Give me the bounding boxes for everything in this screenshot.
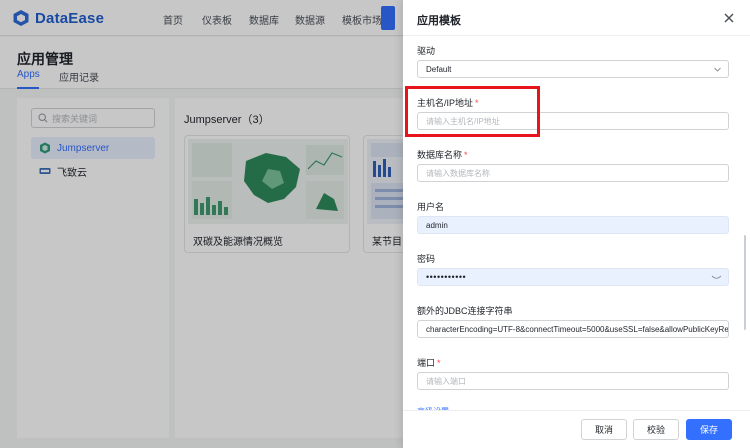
username-input[interactable]: admin	[417, 216, 729, 234]
chevron-down-icon	[714, 67, 721, 72]
drawer-title: 应用模板	[417, 15, 461, 27]
driver-select-value: Default	[426, 64, 452, 74]
password-label: 密码	[417, 254, 436, 264]
host-label: 主机名/IP地址 *	[417, 98, 479, 108]
app-template-drawer: 应用模板 驱动 Default 主机名/IP地址 * 请输入主机名/IP地址 数据…	[403, 0, 750, 448]
required-asterisk: *	[464, 150, 468, 160]
jdbc-params-input[interactable]: characterEncoding=UTF-8&connectTimeout=5…	[417, 320, 729, 338]
username-label: 用户名	[417, 202, 445, 212]
host-input-placeholder: 请输入主机名/IP地址	[426, 116, 500, 126]
password-input[interactable]: •••••••••••	[417, 268, 729, 286]
jdbc-params-value: characterEncoding=UTF-8&connectTimeout=5…	[426, 324, 729, 334]
cancel-button[interactable]: 取消	[581, 419, 627, 440]
driver-select[interactable]: Default	[417, 60, 729, 78]
database-name-placeholder: 请输入数据库名称	[426, 168, 490, 178]
drawer-header: 应用模板	[403, 0, 750, 36]
save-button[interactable]: 保存	[686, 419, 732, 440]
database-name-input[interactable]: 请输入数据库名称	[417, 164, 729, 182]
port-input[interactable]: 请输入端口	[417, 372, 729, 390]
close-icon[interactable]	[722, 11, 736, 25]
drawer-scrollbar[interactable]	[744, 235, 746, 330]
eye-closed-icon[interactable]	[711, 273, 722, 282]
driver-label: 驱动	[417, 46, 436, 56]
jdbc-params-label: 额外的JDBC连接字符串	[417, 306, 513, 316]
password-value: •••••••••••	[426, 272, 467, 282]
required-asterisk: *	[437, 358, 441, 368]
host-input[interactable]: 请输入主机名/IP地址	[417, 112, 729, 130]
port-label: 端口 *	[417, 358, 441, 368]
drawer-footer: 取消 校验 保存	[403, 410, 750, 448]
validate-button[interactable]: 校验	[633, 419, 679, 440]
required-asterisk: *	[475, 98, 479, 108]
port-input-placeholder: 请输入端口	[426, 376, 466, 386]
database-name-label: 数据库名称 *	[417, 150, 468, 160]
username-value: admin	[426, 220, 448, 230]
